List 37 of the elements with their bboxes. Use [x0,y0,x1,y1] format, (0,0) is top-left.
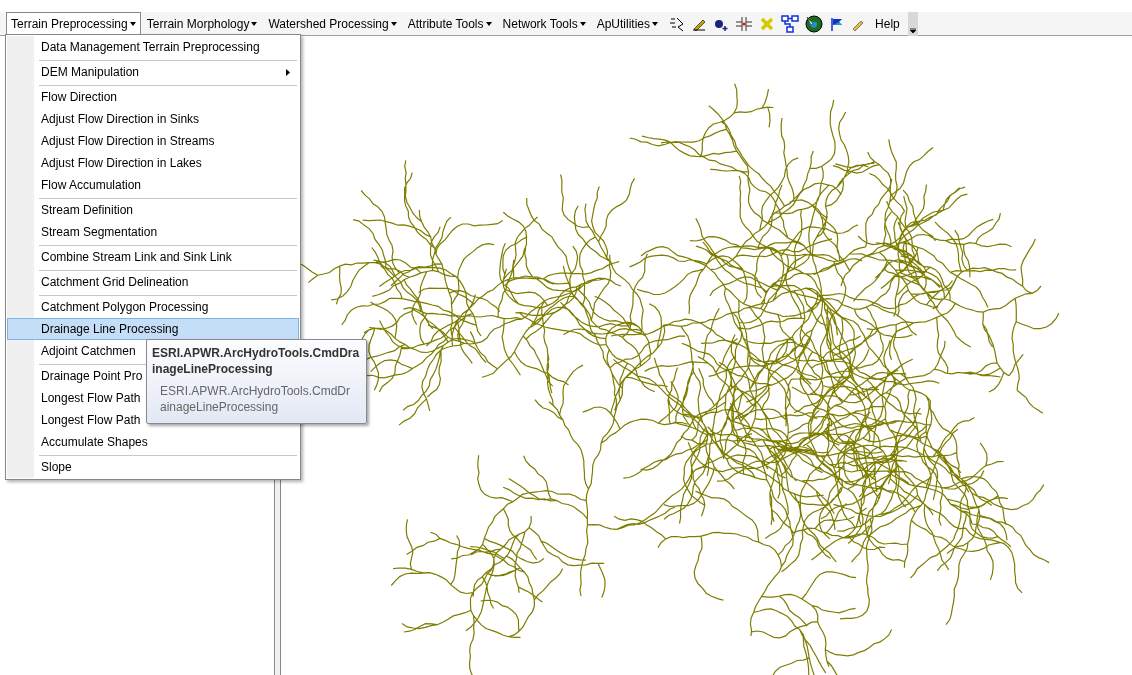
menu-option[interactable]: Adjust Flow Direction in Sinks [7,108,299,130]
globe-icon[interactable] [805,14,824,33]
tooltip-title: ESRI.APWR.ArcHydroTools.CmdDrainageLineProcessing [152,345,361,377]
menu-option[interactable]: Combine Stream Link and Sink Link [7,243,299,268]
menu-option[interactable]: Accumulate Shapes [7,431,299,453]
menu-option[interactable]: Adjust Flow Direction in Lakes [7,152,299,174]
caret-icon [390,21,397,26]
caret-icon [652,21,659,26]
menu-option[interactable]: Data Management Terrain Preprocessing [7,36,299,58]
crosshair-icon[interactable] [735,15,754,32]
menu-item[interactable]: Attribute Tools [402,11,497,36]
caret-icon [485,21,492,26]
chevron-down-icon [909,27,916,33]
caret-icon [129,22,136,26]
help-menu[interactable]: Help [871,11,904,36]
menu-item[interactable]: ApUtilities [591,11,664,36]
menu-item[interactable]: Network Tools [497,11,591,36]
menu-option[interactable]: Stream Definition [7,196,299,221]
network-icon[interactable] [781,14,800,33]
menu-option[interactable]: DEM Manipulation [7,58,299,83]
menu-item[interactable]: Watershed Processing [263,11,402,36]
menu-option[interactable]: Stream Segmentation [7,221,299,243]
menu-option[interactable]: Flow Accumulation [7,174,299,196]
tooltip-description: ESRI.APWR.ArcHydroTools.CmdDrainageLineProcessing [159,383,352,415]
menu-option[interactable]: Catchment Grid Delineation [7,268,299,293]
menu-option[interactable]: Adjust Flow Direction in Streams [7,130,299,152]
menu-option[interactable]: Flow Direction [7,83,299,108]
submenu-arrow-icon [286,68,290,76]
menu-option[interactable]: Catchment Polygon Processing [7,293,299,318]
caret-icon [251,21,258,26]
menu-option[interactable]: Drainage Line Processing [7,318,299,340]
menu-item[interactable]: Terrain Morphology [141,11,263,36]
caret-icon [579,21,586,26]
menu-option[interactable]: Slope [7,453,299,478]
sketch-lines-icon[interactable] [669,15,686,32]
toolbar-overflow-button[interactable] [907,11,918,36]
menu-item[interactable]: Terrain Preprocessing [6,11,141,36]
